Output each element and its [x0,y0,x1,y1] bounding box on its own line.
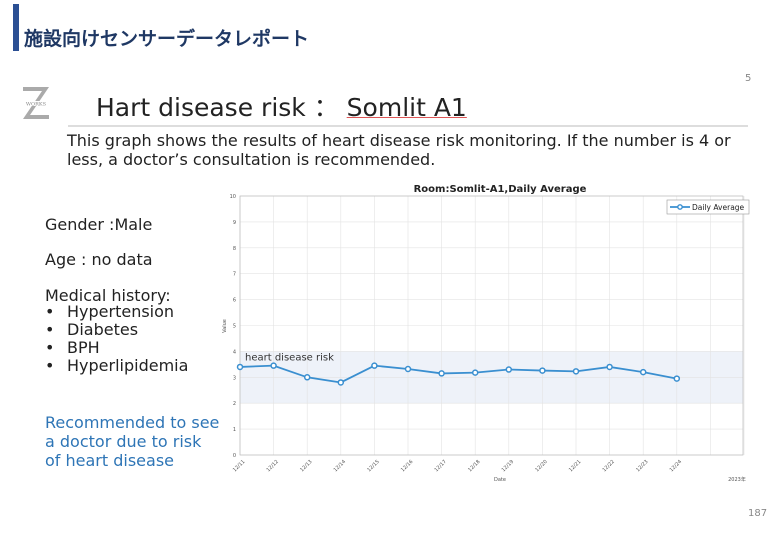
y-axis-label: Value [222,319,228,333]
y-tick-label: 4 [233,349,236,355]
data-point [404,365,412,373]
chart-title: Room:Somlit-A1,Daily Average [414,184,587,195]
x-tick-label: 12/20 [534,459,548,473]
data-point [371,362,378,369]
x-axis-note: 2023年 [728,476,746,483]
y-tick-label: 5 [233,324,236,330]
y-tick-label: 0 [233,453,236,459]
data-point [505,366,513,373]
y-tick-label: 1 [233,427,236,433]
data-point [303,374,311,381]
x-tick-label: 12/22 [602,459,616,473]
data-point [606,363,613,371]
x-tick-label: 12/12 [266,459,280,473]
x-tick-label: 12/19 [501,459,515,473]
y-tick-label: 9 [233,220,236,226]
x-tick-label: 12/11 [232,459,246,473]
x-tick-label: 12/14 [333,459,347,473]
legend-marker [677,204,683,210]
data-point [337,379,345,386]
data-point [639,368,647,376]
data-point [438,370,445,377]
data-point [236,363,244,371]
x-tick-label: 12/24 [669,459,683,473]
x-axis-label: Date [494,477,506,483]
x-tick-label: 12/13 [299,459,313,473]
y-tick-label: 8 [233,246,236,252]
data-point [539,367,546,374]
data-point [471,369,479,376]
data-point [270,362,277,369]
y-tick-label: 3 [233,375,236,381]
line-chart: Room:Somlit-A1,Daily Average Date 2023年 … [222,184,750,483]
y-tick-label: 10 [230,194,236,200]
x-tick-label: 12/23 [635,459,649,473]
data-point [572,368,580,375]
y-tick-label: 2 [233,401,236,407]
x-tick-label: 12/17 [434,459,448,473]
band-label: heart disease risk [245,352,334,363]
data-point [673,375,681,382]
x-tick-label: 12/18 [467,459,481,473]
legend-label: Daily Average [692,203,745,212]
x-tick-label: 12/16 [400,459,414,473]
y-tick-label: 7 [233,272,236,278]
y-tick-label: 6 [233,298,236,304]
x-tick-label: 12/21 [568,459,582,473]
x-tick-label: 12/15 [366,459,380,473]
